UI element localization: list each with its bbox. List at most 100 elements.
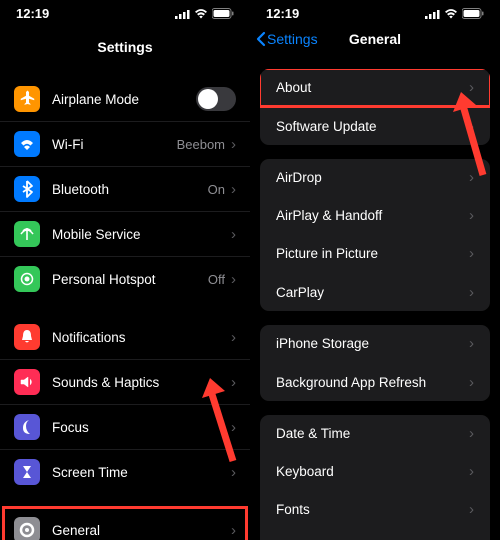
wifi-icon <box>14 131 40 157</box>
section-connectivity: Airplane ModeWi-FiBeebom›BluetoothOn›Mob… <box>0 77 250 301</box>
section-general: General›Control Centre›Action Button›Dis… <box>0 508 250 540</box>
signal-icon <box>175 9 190 19</box>
row-language-region[interactable]: Language & Region› <box>260 529 490 540</box>
chevron-right-icon: › <box>469 425 474 442</box>
chevron-right-icon: › <box>231 271 236 288</box>
row-carplay[interactable]: CarPlay› <box>260 273 490 311</box>
row-label: Date & Time <box>276 426 469 441</box>
row-bg-app-refresh[interactable]: Background App Refresh› <box>260 363 490 401</box>
row-personal-hotspot[interactable]: Personal HotspotOff › <box>0 257 250 301</box>
settings-screen: 12:19 Settings Airplane Mode Wi-FiBeebom ›… <box>0 0 250 540</box>
row-label: Mobile Service <box>52 227 231 242</box>
row-screen-time[interactable]: Screen Time› <box>0 450 250 494</box>
chevron-right-icon: › <box>231 136 236 153</box>
row-label: Picture in Picture <box>276 246 469 261</box>
row-airdrop[interactable]: AirDrop› <box>260 159 490 197</box>
row-pip[interactable]: Picture in Picture› <box>260 235 490 273</box>
chevron-right-icon: › <box>469 79 474 96</box>
hourglass-icon <box>14 459 40 485</box>
signal-icon <box>425 9 440 19</box>
row-label: Keyboard <box>276 464 469 479</box>
chevron-right-icon: › <box>231 419 236 436</box>
row-label: AirPlay & Handoff <box>276 208 469 223</box>
bell-icon <box>14 324 40 350</box>
row-airplane-mode[interactable]: Airplane Mode <box>0 77 250 122</box>
group-locale: Date & Time›Keyboard›Fonts›Language & Re… <box>260 415 490 540</box>
detail-text: Beebom <box>177 137 225 152</box>
nav-bar: Settings General <box>250 23 500 55</box>
status-icons <box>425 8 484 19</box>
wifi-status-icon <box>194 9 208 19</box>
row-label: Focus <box>52 420 231 435</box>
wifi-status-icon <box>444 9 458 19</box>
status-time: 12:19 <box>16 6 49 21</box>
chevron-right-icon: › <box>231 226 236 243</box>
chevron-right-icon: › <box>231 181 236 198</box>
back-button[interactable]: Settings <box>256 31 318 47</box>
group-sharing: AirDrop›AirPlay & Handoff›Picture in Pic… <box>260 159 490 311</box>
row-iphone-storage[interactable]: iPhone Storage› <box>260 325 490 363</box>
moon-icon <box>14 414 40 440</box>
row-date-time[interactable]: Date & Time› <box>260 415 490 453</box>
chevron-right-icon: › <box>231 522 236 539</box>
detail-text: On <box>208 182 225 197</box>
row-label: Wi-Fi <box>52 137 177 152</box>
chevron-right-icon: › <box>469 463 474 480</box>
row-wifi[interactable]: Wi-FiBeebom › <box>0 122 250 167</box>
row-about[interactable]: About› <box>260 69 490 107</box>
chevron-right-icon: › <box>469 284 474 301</box>
row-label: General <box>52 523 231 538</box>
chevron-right-icon: › <box>469 118 474 135</box>
general-screen: 12:19 Settings General About›Software Up… <box>250 0 500 540</box>
row-notifications[interactable]: Notifications› <box>0 315 250 360</box>
hotspot-icon <box>14 266 40 292</box>
section-notifications: Notifications›Sounds & Haptics›Focus›Scr… <box>0 315 250 494</box>
row-label: About <box>276 80 469 95</box>
row-focus[interactable]: Focus› <box>0 405 250 450</box>
nav-bar: Settings <box>0 31 250 63</box>
battery-icon <box>462 8 484 19</box>
row-label: Screen Time <box>52 465 231 480</box>
gear-icon <box>14 517 40 540</box>
chevron-right-icon: › <box>469 207 474 224</box>
row-software-update[interactable]: Software Update› <box>260 107 490 145</box>
toggle[interactable] <box>196 87 236 111</box>
chevron-right-icon: › <box>231 374 236 391</box>
row-label: iPhone Storage <box>276 336 469 351</box>
chevron-right-icon: › <box>231 464 236 481</box>
plane-icon <box>14 86 40 112</box>
status-icons <box>175 8 234 19</box>
bt-icon <box>14 176 40 202</box>
page-title: General <box>349 31 401 47</box>
row-airplay-handoff[interactable]: AirPlay & Handoff› <box>260 197 490 235</box>
row-label: Airplane Mode <box>52 92 196 107</box>
row-label: Software Update <box>276 119 469 134</box>
row-label: Background App Refresh <box>276 375 469 390</box>
row-fonts[interactable]: Fonts› <box>260 491 490 529</box>
page-title: Settings <box>97 39 152 55</box>
chevron-right-icon: › <box>231 329 236 346</box>
row-sounds-haptics[interactable]: Sounds & Haptics› <box>0 360 250 405</box>
row-general[interactable]: General› <box>0 508 250 540</box>
battery-icon <box>212 8 234 19</box>
row-bluetooth[interactable]: BluetoothOn › <box>0 167 250 212</box>
row-label: CarPlay <box>276 285 469 300</box>
chevron-right-icon: › <box>469 374 474 391</box>
row-mobile-service[interactable]: Mobile Service› <box>0 212 250 257</box>
chevron-right-icon: › <box>469 501 474 518</box>
row-label: Bluetooth <box>52 182 208 197</box>
status-bar: 12:19 <box>250 0 500 23</box>
row-keyboard[interactable]: Keyboard› <box>260 453 490 491</box>
row-label: AirDrop <box>276 170 469 185</box>
chevron-right-icon: › <box>469 245 474 262</box>
row-label: Sounds & Haptics <box>52 375 231 390</box>
group-about: About›Software Update› <box>260 69 490 145</box>
chevron-right-icon: › <box>469 169 474 186</box>
chevron-left-icon <box>256 31 266 47</box>
row-label: Personal Hotspot <box>52 272 208 287</box>
speaker-icon <box>14 369 40 395</box>
detail-text: Off <box>208 272 225 287</box>
status-time: 12:19 <box>266 6 299 21</box>
row-label: Fonts <box>276 502 469 517</box>
status-bar: 12:19 <box>0 0 250 23</box>
